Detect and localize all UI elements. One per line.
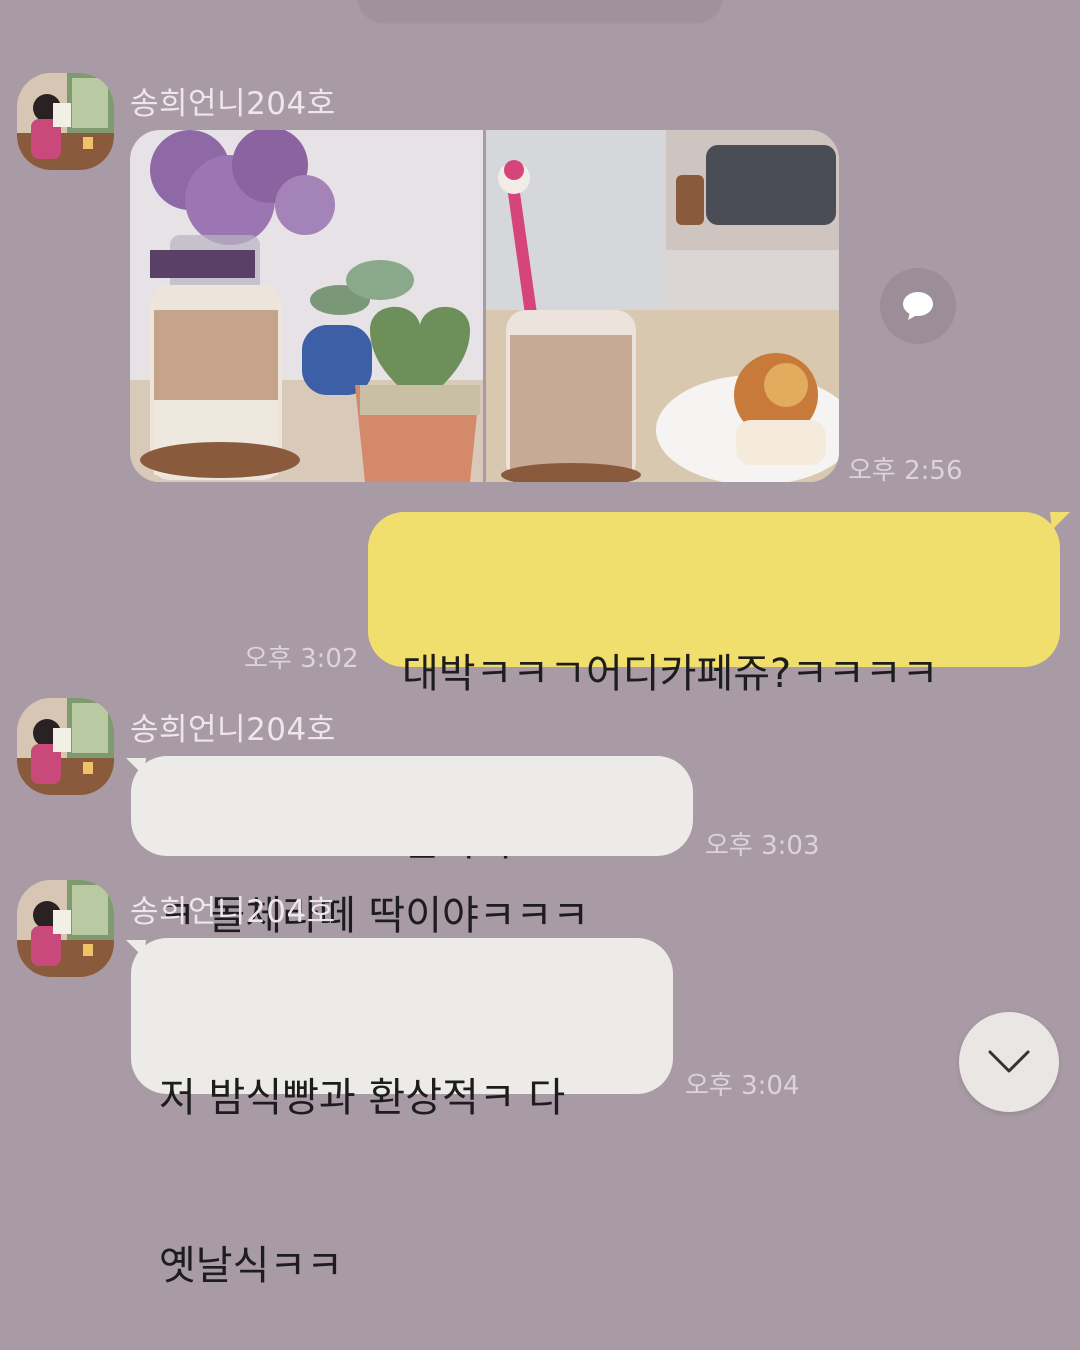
sender-name: 송희언니204호: [130, 894, 336, 930]
message-line: 대박ㅋㅋㄱ어디카페쥬?ㅋㅋㅋㅋ: [402, 651, 939, 697]
sender-name: 송희언니204호: [130, 712, 336, 748]
share-button[interactable]: [880, 268, 956, 344]
bubble-tail: [1050, 512, 1070, 530]
scroll-to-bottom-button[interactable]: [959, 1012, 1059, 1112]
date-divider-pill: [358, 0, 722, 22]
avatar[interactable]: [17, 698, 114, 795]
sender-name: 송희언니204호: [130, 86, 336, 122]
message-time: 오후 2:56: [848, 456, 963, 486]
iced-latte-bread-photo[interactable]: [486, 130, 839, 482]
iced-latte-flowers-photo[interactable]: [130, 130, 483, 482]
photo-grid[interactable]: [130, 130, 839, 482]
message-line: 저 밤식빵과 환상적ㅋ 다: [159, 1075, 566, 1121]
incoming-message-bubble[interactable]: 저 밤식빵과 환상적ㅋ 다 옛날식ㅋㅋ: [131, 938, 673, 1289]
avatar[interactable]: [17, 73, 114, 170]
chevron-down-icon: [988, 1050, 1030, 1073]
message-time: 오후 3:02: [244, 644, 359, 674]
message-line: 옛날식ㅋㅋ: [159, 1243, 343, 1289]
incoming-message-bubble[interactable]: ㅋ 돌체라떼 딱이야ㅋㅋㅋ: [131, 756, 693, 939]
avatar[interactable]: [17, 880, 114, 977]
speech-bubble-icon: [903, 292, 933, 320]
message-time: 오후 3:03: [705, 831, 820, 861]
outgoing-message-bubble[interactable]: 대박ㅋㅋㄱ어디카페쥬?ㅋㅋㅋㅋ 빈티지: [368, 512, 1060, 865]
message-time: 오후 3:04: [685, 1071, 800, 1101]
